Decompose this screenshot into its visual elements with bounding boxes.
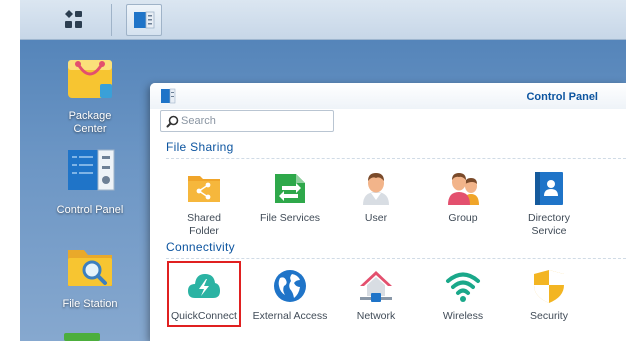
external-access-icon bbox=[274, 270, 306, 302]
item-label: External Access bbox=[252, 310, 328, 322]
file-station-icon bbox=[68, 250, 112, 286]
desktop-icon-file-station[interactable]: File Station bbox=[50, 240, 130, 311]
search-box[interactable] bbox=[160, 110, 334, 132]
item-label: Group bbox=[448, 212, 478, 224]
item-directory-service[interactable]: Directory Service bbox=[509, 170, 589, 238]
item-shared-folder[interactable]: Shared Folder bbox=[164, 170, 244, 238]
desktop-icon-partial bbox=[64, 333, 100, 341]
section-divider bbox=[166, 158, 626, 159]
desktop-icon-label: File Station bbox=[62, 298, 118, 310]
file-services-icon bbox=[275, 174, 305, 203]
shared-folder-icon bbox=[188, 176, 220, 202]
item-file-services[interactable]: File Services bbox=[250, 170, 330, 225]
item-label: Network bbox=[356, 310, 396, 322]
item-label: File Services bbox=[259, 212, 321, 224]
main-menu-button[interactable] bbox=[36, 4, 112, 36]
item-external-access[interactable]: External Access bbox=[250, 268, 330, 323]
desktop-icon-label: Package Center bbox=[68, 110, 112, 135]
desktop-icon-label: Control Panel bbox=[56, 204, 124, 216]
desktop-icon-control-panel[interactable]: Control Panel bbox=[50, 146, 130, 217]
control-panel-icon bbox=[68, 149, 115, 191]
network-icon bbox=[360, 271, 392, 302]
item-network[interactable]: Network bbox=[336, 268, 416, 323]
package-center-icon bbox=[68, 60, 112, 98]
item-user[interactable]: User bbox=[336, 170, 416, 225]
grid-icon bbox=[64, 10, 82, 28]
item-label: User bbox=[364, 212, 388, 224]
section-divider bbox=[166, 258, 626, 259]
item-label: Directory Service bbox=[527, 212, 570, 237]
item-group[interactable]: Group bbox=[423, 170, 503, 225]
item-label: Wireless bbox=[442, 310, 484, 322]
taskbar bbox=[20, 0, 626, 40]
desktop: Package Center Control Panel File Statio… bbox=[0, 0, 626, 341]
left-frame bbox=[0, 0, 20, 341]
section-title-file-sharing: File Sharing bbox=[166, 140, 234, 154]
user-icon bbox=[363, 173, 389, 205]
item-security[interactable]: Security bbox=[509, 268, 589, 323]
group-icon bbox=[448, 173, 479, 205]
window-title: Control Panel bbox=[526, 91, 598, 103]
item-wireless[interactable]: Wireless bbox=[423, 268, 503, 323]
window-title-bar[interactable]: Control Panel bbox=[150, 83, 626, 109]
section-title-connectivity: Connectivity bbox=[166, 240, 235, 254]
item-label: Security bbox=[530, 310, 568, 322]
security-icon bbox=[534, 270, 564, 303]
quickconnect-highlight-box bbox=[167, 261, 241, 327]
search-icon bbox=[166, 115, 179, 128]
taskbar-control-panel-button[interactable] bbox=[126, 4, 162, 36]
search-input[interactable] bbox=[181, 113, 329, 129]
control-panel-icon bbox=[134, 11, 155, 29]
directory-service-icon bbox=[535, 172, 563, 205]
desktop-icon-package-center[interactable]: Package Center bbox=[50, 52, 130, 136]
item-label: Shared Folder bbox=[187, 212, 221, 237]
wireless-icon bbox=[446, 272, 480, 302]
control-panel-icon bbox=[161, 88, 176, 104]
